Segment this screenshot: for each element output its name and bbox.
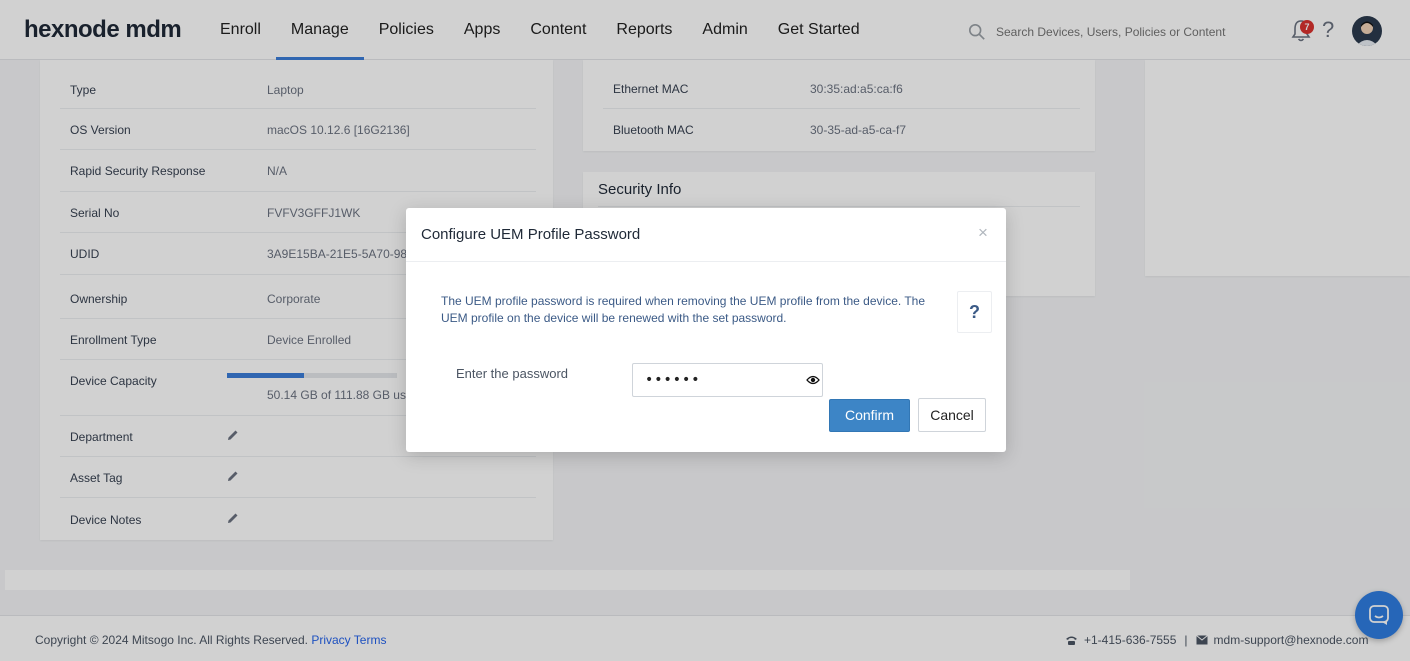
configure-password-dialog: Configure UEM Profile Password × The UEM… [406,208,1006,452]
eye-icon[interactable] [806,374,820,386]
dialog-title: Configure UEM Profile Password [421,226,641,243]
cancel-button[interactable]: Cancel [918,398,986,432]
help-button[interactable]: ? [957,291,992,333]
close-icon[interactable]: × [978,223,988,243]
password-field [632,363,823,397]
dialog-info-text: The UEM profile password is required whe… [441,294,925,325]
confirm-button[interactable]: Confirm [829,399,910,432]
password-label: Enter the password [456,366,569,381]
password-input[interactable] [645,372,795,388]
divider [406,261,1006,262]
